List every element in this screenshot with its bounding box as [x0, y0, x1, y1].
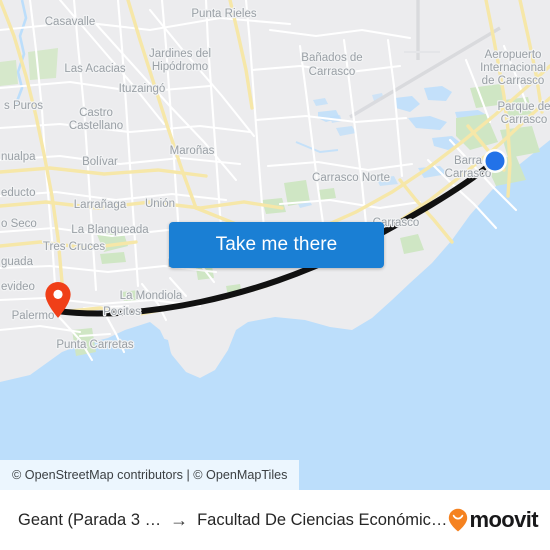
attribution-text: © OpenStreetMap contributors | © OpenMap…	[12, 468, 288, 482]
map-label: Internacional	[480, 62, 546, 74]
map-label: Jardines del	[149, 48, 211, 60]
map-label: Bañados de	[301, 52, 362, 64]
route-footer: Geant (Parada 3 … → Facultad De Ciencias…	[0, 490, 550, 550]
origin-marker[interactable]	[44, 281, 72, 319]
map-label: nualpa	[1, 151, 36, 163]
map-label: Parque de	[497, 101, 550, 113]
map-label: Hipódromo	[152, 61, 208, 73]
map-label: Aeropuerto	[485, 49, 542, 61]
map-label: Barra	[454, 155, 483, 167]
route-origin-label: Geant (Parada 3 …	[18, 510, 162, 529]
route-destination-label: Facultad De Ciencias Económic…	[197, 510, 448, 529]
moovit-logo[interactable]: moovit	[448, 508, 542, 532]
map-attribution[interactable]: © OpenStreetMap contributors | © OpenMap…	[0, 460, 300, 490]
map-label: Pocitos	[103, 306, 141, 318]
map-label: Carrasco	[309, 66, 356, 78]
map-canvas[interactable]: Casavalle Punta Rieles Las Acacias Jardines…	[0, 0, 550, 490]
map-label: Las Acacias	[64, 63, 126, 75]
map-label: evideo	[1, 281, 35, 293]
map-label: s Puros	[4, 100, 43, 112]
map-label: Ituzaingó	[119, 83, 166, 95]
map-label: La Blanqueada	[71, 224, 149, 236]
take-me-there-button[interactable]: Take me there	[169, 222, 384, 268]
map-label: Bolívar	[82, 156, 118, 168]
map-label: Larrañaga	[74, 199, 127, 211]
moovit-pin-smiley-icon	[449, 508, 468, 532]
map-label: Tres Cruces	[43, 241, 105, 253]
arrow-right-icon: →	[170, 510, 189, 530]
map-label: Castro	[79, 107, 113, 119]
moovit-route-preview: Casavalle Punta Rieles Las Acacias Jardines…	[0, 0, 550, 550]
route-summary[interactable]: Geant (Parada 3 … → Facultad De Ciencias…	[18, 511, 448, 530]
moovit-wordmark: moovit	[469, 507, 538, 532]
map-label: Punta Rieles	[191, 8, 256, 20]
map-label: Carrasco Norte	[312, 172, 390, 184]
map-label: de Carrasco	[482, 75, 545, 87]
destination-marker[interactable]	[480, 146, 510, 176]
map-label: Unión	[145, 198, 175, 210]
map-label: educto	[1, 187, 36, 199]
map-label: Castellano	[69, 120, 123, 132]
map-label: Punta Carretas	[56, 339, 134, 351]
map-label: La Mondiola	[120, 290, 183, 302]
map-label: Maroñas	[170, 145, 215, 157]
map-label: guada	[1, 256, 34, 268]
map-label: o Seco	[1, 218, 37, 230]
map-label: Carrasco	[501, 114, 548, 126]
map-label: Casavalle	[45, 16, 96, 28]
